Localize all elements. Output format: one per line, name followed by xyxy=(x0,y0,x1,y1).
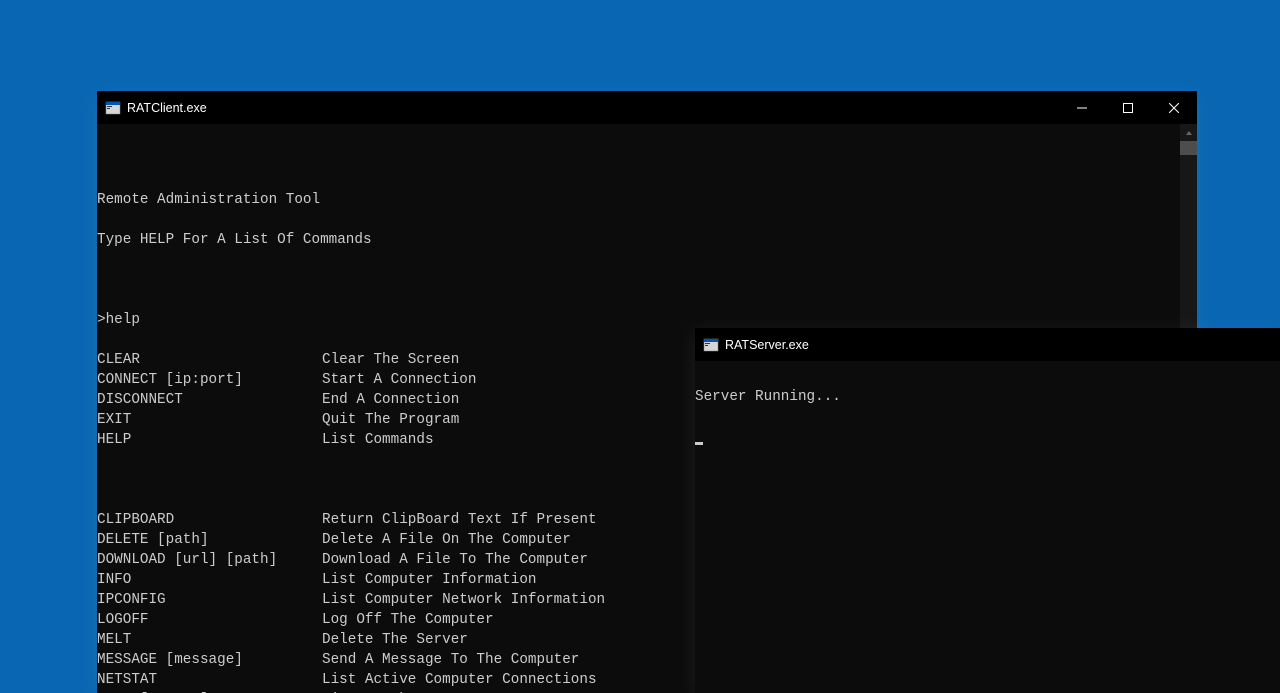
server-titlebar[interactable]: RATServer.exe xyxy=(695,328,1280,361)
client-title: RATClient.exe xyxy=(127,101,1059,115)
terminal-line: Remote Administration Tool xyxy=(97,190,1197,210)
command-name: LOGOFF xyxy=(97,610,322,630)
window-controls xyxy=(1059,91,1197,124)
command-desc: Start A Connection xyxy=(322,370,476,390)
command-name: DELETE [path] xyxy=(97,530,322,550)
command-name: CONNECT [ip:port] xyxy=(97,370,322,390)
command-name: CLEAR xyxy=(97,350,322,370)
server-title: RATServer.exe xyxy=(725,338,1280,352)
terminal-line xyxy=(97,270,1197,290)
command-desc: Clear The Screen xyxy=(322,350,459,370)
terminal-icon xyxy=(105,100,121,116)
command-desc: End A Connection xyxy=(322,390,459,410)
terminal-line: Type HELP For A List Of Commands xyxy=(97,230,1197,250)
scrollbar-thumb[interactable] xyxy=(1180,141,1197,155)
command-desc: List Computer Network Information xyxy=(322,590,605,610)
command-desc: Quit The Program xyxy=(322,410,459,430)
command-desc: Download A File To The Computer xyxy=(322,550,588,570)
command-name: DOWNLOAD [url] [path] xyxy=(97,550,322,570)
terminal-cursor-line xyxy=(695,427,1280,447)
command-desc: Delete The Server xyxy=(322,630,468,650)
command-desc: List Active Computer Connections xyxy=(322,670,597,690)
terminal-prompt: >help xyxy=(97,310,1197,330)
command-name: MELT xyxy=(97,630,322,650)
command-desc: Log Off The Computer xyxy=(322,610,494,630)
server-terminal[interactable]: Server Running... xyxy=(695,361,1280,693)
minimize-button[interactable] xyxy=(1059,91,1105,124)
cursor-icon xyxy=(695,442,703,445)
terminal-icon xyxy=(703,337,719,353)
command-name: IPCONFIG xyxy=(97,590,322,610)
command-name: NETSTAT xyxy=(97,670,322,690)
command-name: EXIT xyxy=(97,410,322,430)
command-desc: Return ClipBoard Text If Present xyxy=(322,510,597,530)
command-desc: List Computer Information xyxy=(322,570,537,590)
command-name: CLIPBOARD xyxy=(97,510,322,530)
command-desc: Send A Message To The Computer xyxy=(322,650,579,670)
scrollbar-arrow-up-icon[interactable] xyxy=(1180,124,1197,141)
close-button[interactable] xyxy=(1151,91,1197,124)
command-name: MESSAGE [message] xyxy=(97,650,322,670)
command-name: HELP xyxy=(97,430,322,450)
client-titlebar[interactable]: RATClient.exe xyxy=(97,91,1197,124)
command-name: INFO xyxy=(97,570,322,590)
command-desc: Delete A File On The Computer xyxy=(322,530,571,550)
terminal-line: Server Running... xyxy=(695,387,1280,407)
server-window: RATServer.exe Server Running... xyxy=(695,328,1280,693)
command-desc: List Commands xyxy=(322,430,434,450)
command-name: DISCONNECT xyxy=(97,390,322,410)
maximize-button[interactable] xyxy=(1105,91,1151,124)
